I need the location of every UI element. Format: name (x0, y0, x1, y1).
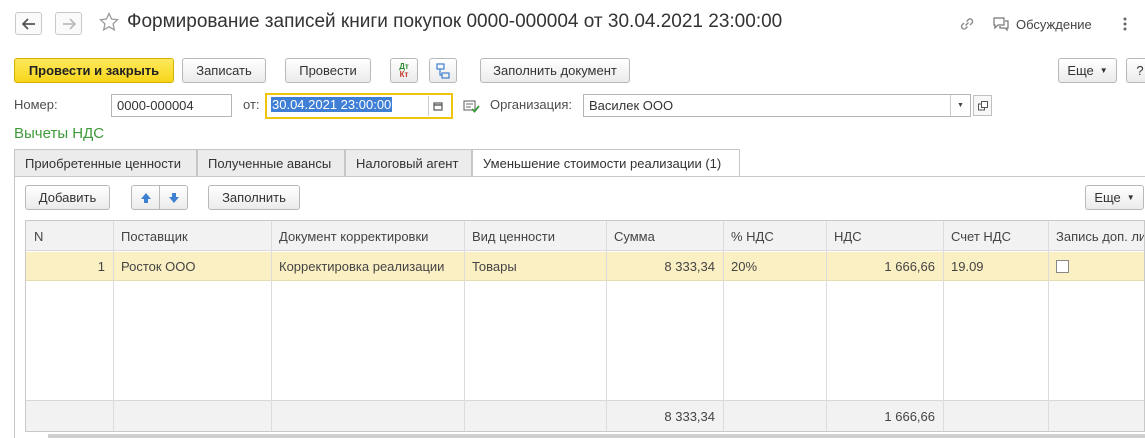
dt-kt-button[interactable]: Дт Кт (390, 58, 418, 83)
fill-document-button[interactable]: Заполнить документ (480, 58, 630, 83)
link-icon[interactable] (958, 15, 976, 33)
column-header-vat-rate[interactable]: % НДС (723, 221, 826, 251)
organization-label: Организация: (490, 97, 573, 112)
horizontal-scrollbar[interactable] (48, 434, 1145, 438)
organization-dropdown-button[interactable]: ▼ (950, 95, 970, 116)
tab-sales-cost-reduction[interactable]: Уменьшение стоимости реализации (1) (472, 149, 740, 177)
cell-vat-rate[interactable]: 20% (723, 252, 826, 281)
tab-acquired-values[interactable]: Приобретенные ценности (14, 149, 197, 176)
window-title: Формирование записей книги покупок 0000-… (127, 11, 783, 32)
column-header-additional-sheet[interactable]: Запись доп. листа (1048, 221, 1144, 251)
post-button[interactable]: Провести (285, 58, 371, 83)
arrow-up-icon (140, 192, 151, 203)
data-table: N Поставщик Документ корректировки Вид ц… (25, 220, 1145, 432)
chat-icon (993, 17, 1009, 32)
post-status-icon (462, 97, 480, 115)
more-button[interactable]: Еще ▼ (1058, 58, 1117, 83)
cell-sum[interactable]: 8 333,34 (606, 252, 723, 281)
cell-value-type[interactable]: Товары (464, 252, 606, 281)
cell-vat[interactable]: 1 666,66 (826, 252, 943, 281)
section-title: Вычеты НДС (14, 125, 105, 142)
structure-button[interactable] (429, 58, 457, 83)
column-header-supplier[interactable]: Поставщик (113, 221, 271, 251)
total-vat: 1 666,66 (884, 409, 935, 424)
fill-button[interactable]: Заполнить (208, 185, 300, 210)
discussion-label: Обсуждение (1016, 16, 1092, 32)
cell-correction-doc[interactable]: Корректировка реализации (271, 252, 464, 281)
forward-button[interactable] (55, 12, 82, 35)
cell-additional-sheet[interactable] (1048, 252, 1144, 281)
dropdown-arrow-icon: ▼ (957, 102, 964, 109)
table-more-button[interactable]: Еще ▼ (1085, 185, 1144, 210)
arrow-down-icon (168, 192, 179, 203)
organization-open-button[interactable] (973, 95, 992, 116)
favorite-star-icon[interactable] (98, 11, 120, 34)
number-field[interactable]: 0000-000004 (111, 94, 232, 117)
help-button[interactable]: ? (1126, 58, 1145, 83)
move-up-button[interactable] (131, 185, 160, 210)
chevron-down-icon: ▼ (1099, 66, 1108, 75)
column-header-correction-doc[interactable]: Документ корректировки (271, 221, 464, 251)
discussion-link[interactable]: Обсуждение (992, 15, 1092, 33)
tab-tax-agent[interactable]: Налоговый агент (345, 149, 472, 176)
calendar-icon[interactable] (428, 96, 446, 116)
document-structure-icon (436, 62, 450, 79)
cell-vat-account[interactable]: 19.09 (943, 252, 1048, 281)
post-and-close-button[interactable]: Провести и закрыть (14, 58, 174, 83)
back-button[interactable] (15, 12, 42, 35)
arrow-right-icon (62, 17, 76, 30)
dt-kt-icon: Дт Кт (399, 61, 409, 79)
number-label: Номер: (14, 97, 58, 112)
additional-sheet-checkbox[interactable] (1056, 260, 1069, 273)
total-sum: 8 333,34 (664, 409, 715, 424)
open-window-icon (977, 100, 988, 110)
column-header-vat[interactable]: НДС (826, 221, 943, 251)
column-header-value-type[interactable]: Вид ценности (464, 221, 606, 251)
cell-n[interactable]: 1 (26, 252, 113, 281)
date-field[interactable]: 30.04.2021 23:00:00 (265, 93, 453, 119)
save-button[interactable]: Записать (182, 58, 266, 83)
tab-received-advances[interactable]: Полученные авансы (197, 149, 345, 176)
chevron-down-icon: ▼ (1126, 193, 1135, 202)
cell-supplier[interactable]: Росток ООО (113, 252, 271, 281)
add-button[interactable]: Добавить (25, 185, 110, 210)
date-value: 30.04.2021 23:00:00 (271, 97, 393, 112)
column-header-vat-account[interactable]: Счет НДС (943, 221, 1048, 251)
column-header-n[interactable]: N (26, 221, 113, 251)
organization-field[interactable]: Василек ООО (583, 94, 971, 117)
vertical-dots-icon[interactable] (1120, 15, 1130, 33)
move-down-button[interactable] (159, 185, 188, 210)
date-label: от: (243, 97, 260, 112)
column-header-sum[interactable]: Сумма (606, 221, 723, 251)
table-footer (26, 400, 1144, 431)
arrow-left-icon (21, 17, 35, 30)
